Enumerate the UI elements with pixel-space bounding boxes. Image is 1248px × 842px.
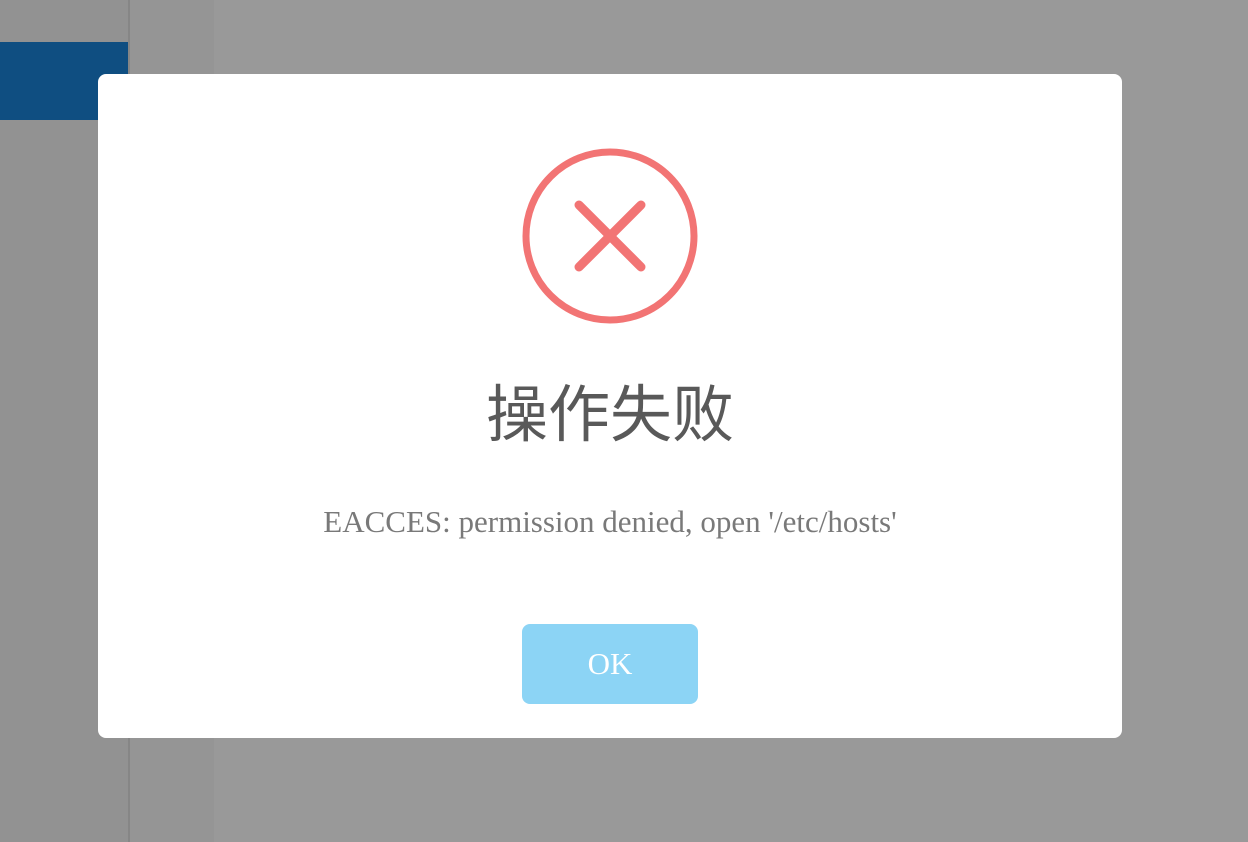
ok-button[interactable]: OK	[522, 624, 698, 704]
dialog-title: 操作失败	[485, 382, 734, 450]
dialog-message: EACCES: permission denied, open '/etc/ho…	[323, 504, 897, 539]
error-x-icon	[522, 148, 698, 324]
